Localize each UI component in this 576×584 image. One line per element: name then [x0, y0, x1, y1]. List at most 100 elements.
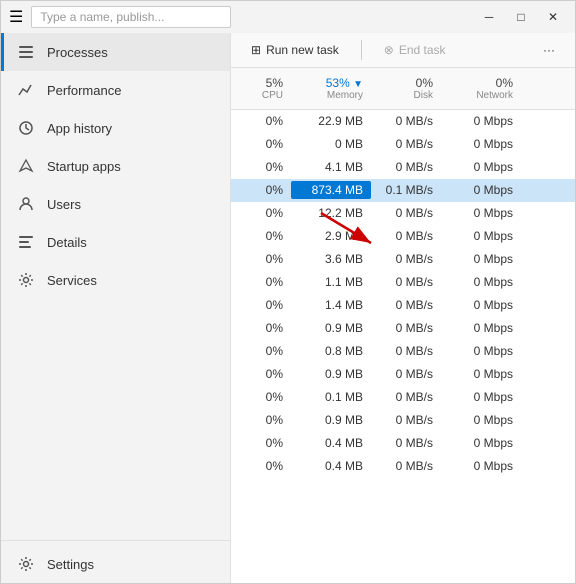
cell-memory-13: 0.9 MB: [291, 411, 371, 429]
content-area: ⊞ Run new task ⊗ End task ··· 5% CPU 53%…: [231, 33, 575, 583]
table-row[interactable]: 0% 873.4 MB 0.1 MB/s 0 Mbps: [231, 179, 575, 202]
sidebar-item-processes[interactable]: Processes: [1, 33, 230, 71]
startup-apps-icon: [17, 157, 35, 175]
cell-cpu-7: 0%: [231, 273, 291, 291]
table-row[interactable]: 0% 1.1 MB 0 MB/s 0 Mbps: [231, 271, 575, 294]
minimize-button[interactable]: ─: [475, 7, 503, 27]
search-input[interactable]: Type a name, publish...: [31, 6, 231, 28]
cell-memory-1: 0 MB: [291, 135, 371, 153]
cell-network-3: 0 Mbps: [441, 181, 521, 199]
end-task-button[interactable]: ⊗ End task: [374, 39, 456, 61]
cell-disk-5: 0 MB/s: [371, 227, 441, 245]
close-button[interactable]: ✕: [539, 7, 567, 27]
cell-network-14: 0 Mbps: [441, 434, 521, 452]
cell-disk-12: 0 MB/s: [371, 388, 441, 406]
end-task-label: End task: [399, 43, 446, 57]
col-pct-memory: 53% ▼: [299, 76, 363, 90]
table-row[interactable]: 0% 0.4 MB 0 MB/s 0 Mbps: [231, 455, 575, 478]
col-header-memory[interactable]: 53% ▼ Memory: [291, 72, 371, 105]
cell-disk-14: 0 MB/s: [371, 434, 441, 452]
cell-cpu-10: 0%: [231, 342, 291, 360]
cell-network-10: 0 Mbps: [441, 342, 521, 360]
cell-disk-13: 0 MB/s: [371, 411, 441, 429]
table-row[interactable]: 0% 0.9 MB 0 MB/s 0 Mbps: [231, 363, 575, 386]
sidebar-label-services: Services: [47, 273, 97, 288]
cell-cpu-0: 0%: [231, 112, 291, 130]
col-pct-disk: 0%: [379, 76, 433, 90]
table-row[interactable]: 0% 0.8 MB 0 MB/s 0 Mbps: [231, 340, 575, 363]
cell-memory-2: 4.1 MB: [291, 158, 371, 176]
col-pct-network: 0%: [449, 76, 513, 90]
cell-network-1: 0 Mbps: [441, 135, 521, 153]
cell-network-13: 0 Mbps: [441, 411, 521, 429]
cell-memory-10: 0.8 MB: [291, 342, 371, 360]
col-sub-disk: Disk: [379, 90, 433, 101]
run-task-label: Run new task: [266, 43, 339, 57]
cell-cpu-2: 0%: [231, 158, 291, 176]
cell-network-5: 0 Mbps: [441, 227, 521, 245]
cell-disk-4: 0 MB/s: [371, 204, 441, 222]
cell-network-12: 0 Mbps: [441, 388, 521, 406]
table-row[interactable]: 0% 0.9 MB 0 MB/s 0 Mbps: [231, 317, 575, 340]
more-options-button[interactable]: ···: [533, 39, 565, 61]
cell-cpu-12: 0%: [231, 388, 291, 406]
cell-disk-0: 0 MB/s: [371, 112, 441, 130]
cell-memory-14: 0.4 MB: [291, 434, 371, 452]
table-body[interactable]: 0% 22.9 MB 0 MB/s 0 Mbps 0% 0 MB 0 MB/s …: [231, 110, 575, 583]
cell-disk-3: 0.1 MB/s: [371, 181, 441, 199]
cell-disk-8: 0 MB/s: [371, 296, 441, 314]
cell-cpu-3: 0%: [231, 181, 291, 199]
end-task-icon: ⊗: [384, 43, 394, 57]
cell-disk-1: 0 MB/s: [371, 135, 441, 153]
cell-network-2: 0 Mbps: [441, 158, 521, 176]
cell-disk-6: 0 MB/s: [371, 250, 441, 268]
cell-cpu-9: 0%: [231, 319, 291, 337]
sidebar-item-users[interactable]: Users: [1, 185, 230, 223]
table-row[interactable]: 0% 0.4 MB 0 MB/s 0 Mbps: [231, 432, 575, 455]
sidebar-label-users: Users: [47, 197, 81, 212]
cell-disk-9: 0 MB/s: [371, 319, 441, 337]
cell-disk-2: 0 MB/s: [371, 158, 441, 176]
cell-cpu-8: 0%: [231, 296, 291, 314]
toolbar-separator: [361, 40, 362, 60]
sidebar-label-startup-apps: Startup apps: [47, 159, 121, 174]
table-row[interactable]: 0% 0.1 MB 0 MB/s 0 Mbps: [231, 386, 575, 409]
cell-network-8: 0 Mbps: [441, 296, 521, 314]
col-header-disk[interactable]: 0% Disk: [371, 72, 441, 105]
run-new-task-button[interactable]: ⊞ Run new task: [241, 39, 349, 61]
cell-cpu-11: 0%: [231, 365, 291, 383]
cell-network-6: 0 Mbps: [441, 250, 521, 268]
cell-memory-0: 22.9 MB: [291, 112, 371, 130]
cell-cpu-14: 0%: [231, 434, 291, 452]
sidebar-item-performance[interactable]: Performance: [1, 71, 230, 109]
toolbar: ⊞ Run new task ⊗ End task ···: [231, 33, 575, 68]
cell-network-0: 0 Mbps: [441, 112, 521, 130]
sidebar-item-settings[interactable]: Settings: [1, 545, 230, 583]
cell-memory-5: 2.9 MB: [291, 227, 371, 245]
table-row[interactable]: 0% 3.6 MB 0 MB/s 0 Mbps: [231, 248, 575, 271]
sidebar-item-details[interactable]: Details: [1, 223, 230, 261]
cell-cpu-4: 0%: [231, 204, 291, 222]
hamburger-icon[interactable]: ☰: [9, 7, 23, 27]
table-row[interactable]: 0% 1.4 MB 0 MB/s 0 Mbps: [231, 294, 575, 317]
sidebar-item-startup-apps[interactable]: Startup apps: [1, 147, 230, 185]
col-header-network[interactable]: 0% Network: [441, 72, 521, 105]
cell-cpu-13: 0%: [231, 411, 291, 429]
main-layout: Processes Performance App history Startu…: [1, 33, 575, 583]
title-bar: ☰ Type a name, publish... ─ □ ✕: [1, 1, 575, 33]
cell-cpu-5: 0%: [231, 227, 291, 245]
table-row[interactable]: 0% 22.9 MB 0 MB/s 0 Mbps: [231, 110, 575, 133]
col-sub-network: Network: [449, 90, 513, 101]
cell-network-4: 0 Mbps: [441, 204, 521, 222]
sidebar: Processes Performance App history Startu…: [1, 33, 231, 583]
col-header-cpu[interactable]: 5% CPU: [231, 72, 291, 105]
sidebar-item-services[interactable]: Services: [1, 261, 230, 299]
cell-memory-6: 3.6 MB: [291, 250, 371, 268]
table-row[interactable]: 0% 4.1 MB 0 MB/s 0 Mbps: [231, 156, 575, 179]
maximize-button[interactable]: □: [507, 7, 535, 27]
table-row[interactable]: 0% 12.2 MB 0 MB/s 0 Mbps: [231, 202, 575, 225]
table-row[interactable]: 0% 0 MB 0 MB/s 0 Mbps: [231, 133, 575, 156]
table-row[interactable]: 0% 0.9 MB 0 MB/s 0 Mbps: [231, 409, 575, 432]
sidebar-item-app-history[interactable]: App history: [1, 109, 230, 147]
table-row[interactable]: 0% 2.9 MB 0 MB/s 0 Mbps: [231, 225, 575, 248]
